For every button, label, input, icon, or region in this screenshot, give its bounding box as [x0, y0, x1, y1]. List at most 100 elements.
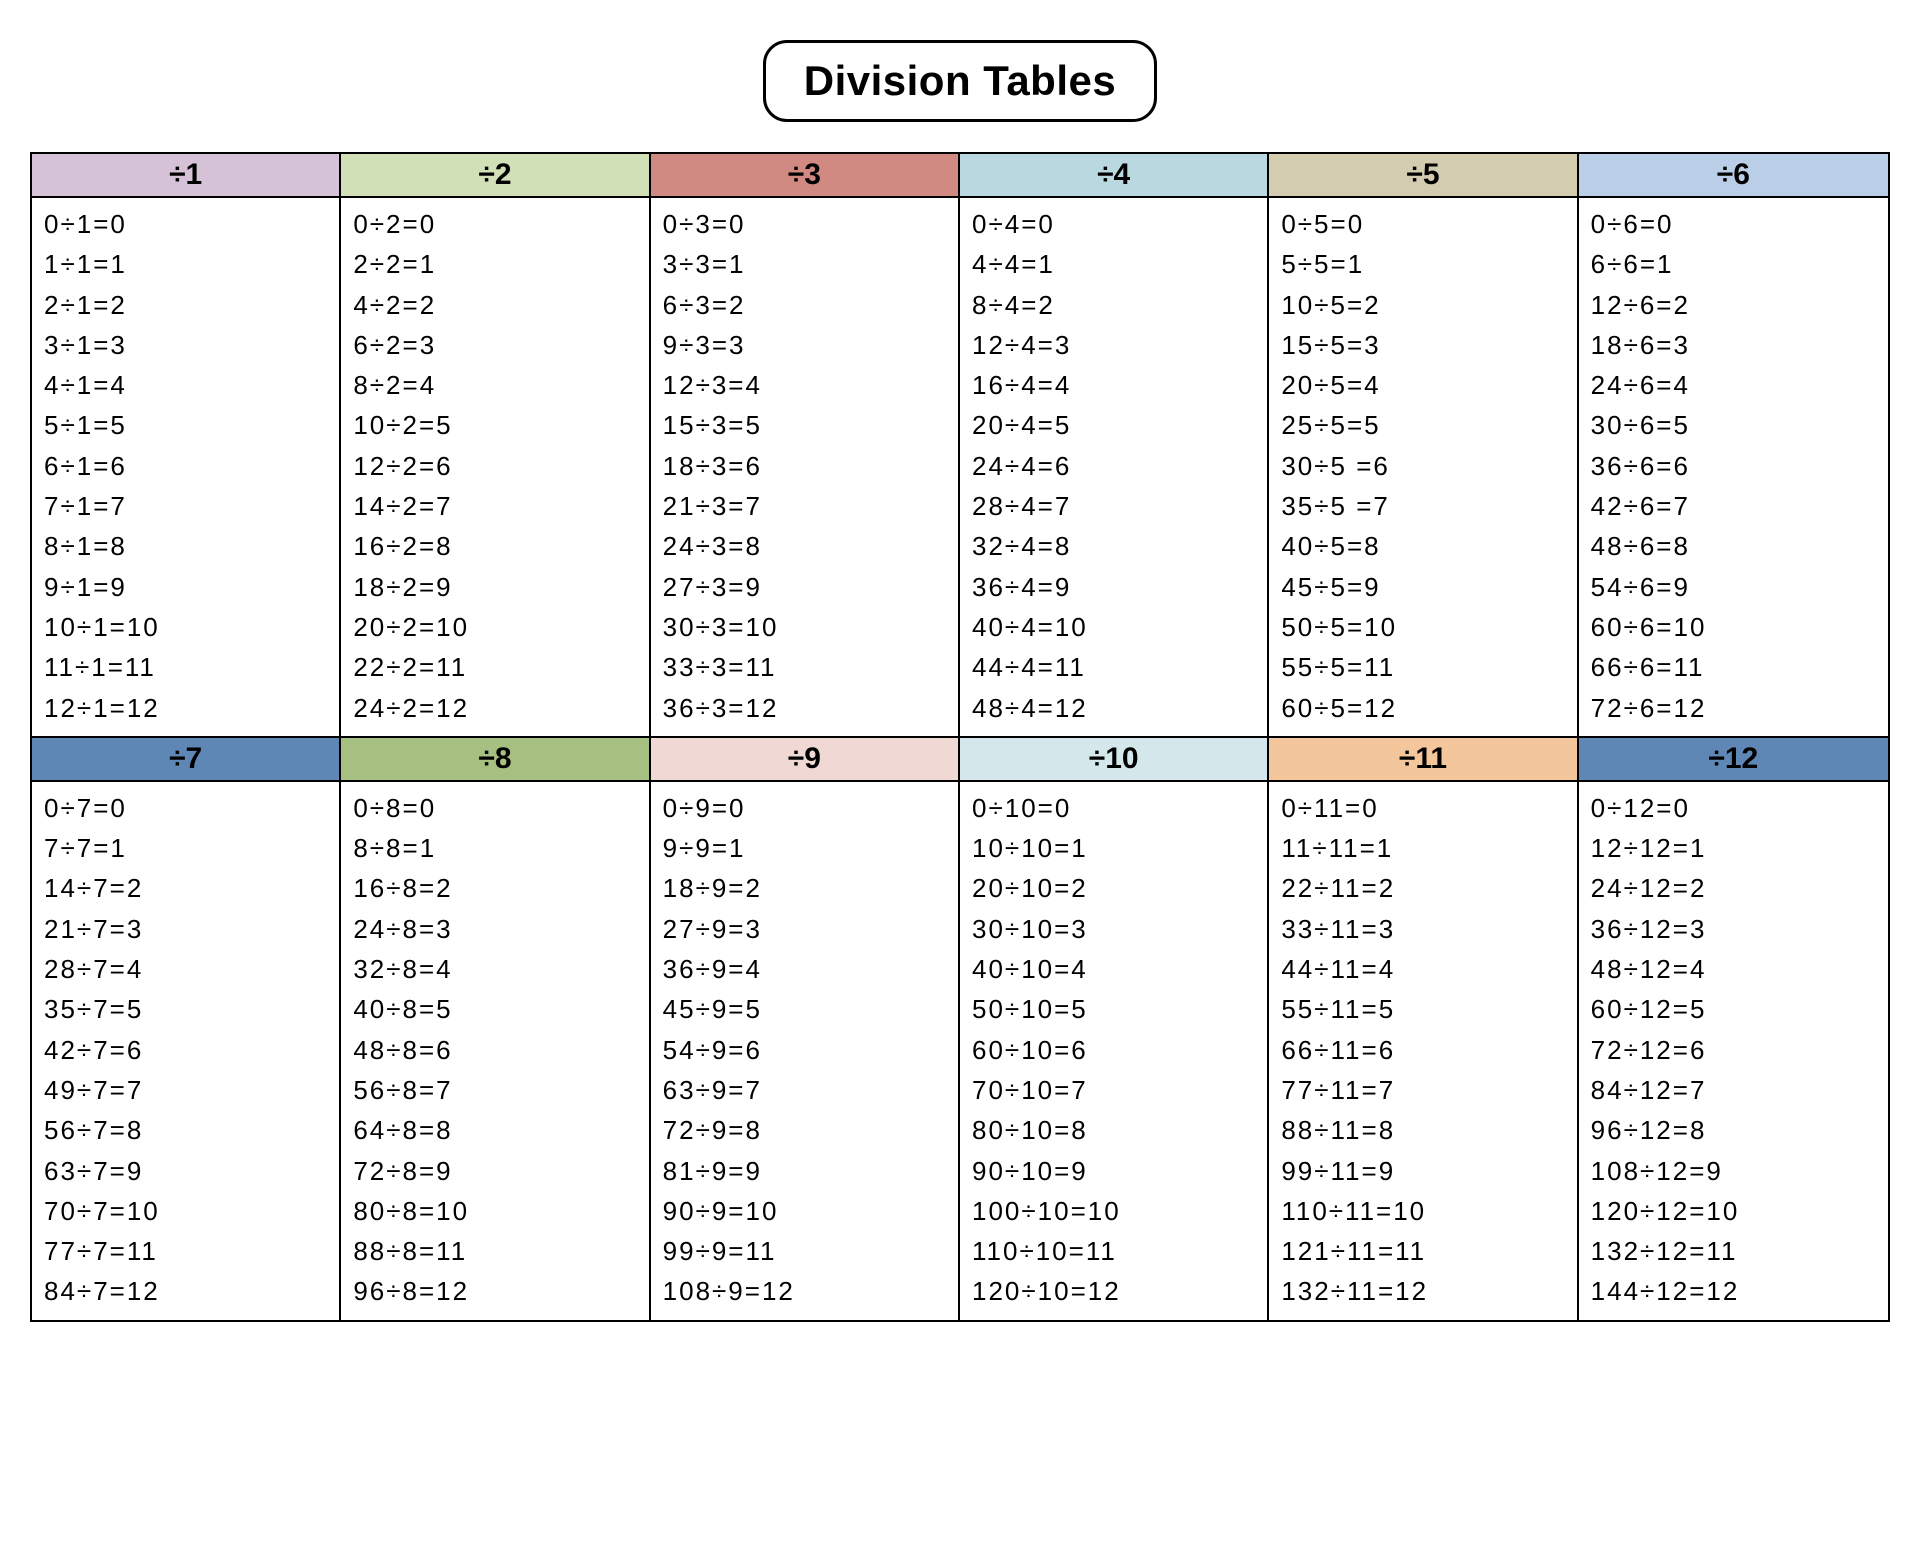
table-col-11: ÷11 0÷11=011÷11=122÷11=233÷11=344÷11=455…: [1269, 736, 1578, 1320]
equation-row: 30÷10=3: [972, 909, 1255, 949]
equation-row: 110÷11=10: [1281, 1191, 1564, 1231]
equation-row: 42÷7=6: [44, 1030, 327, 1070]
equation-row: 48÷8=6: [353, 1030, 636, 1070]
equation-row: 35÷7=5: [44, 989, 327, 1029]
equation-row: 12÷1=12: [44, 688, 327, 728]
equation-row: 45÷5=9: [1281, 567, 1564, 607]
equation-row: 36÷12=3: [1591, 909, 1876, 949]
equation-row: 20÷2=10: [353, 607, 636, 647]
equation-row: 8÷8=1: [353, 828, 636, 868]
equation-row: 50÷5=10: [1281, 607, 1564, 647]
equation-row: 0÷7=0: [44, 788, 327, 828]
equation-row: 30÷6=5: [1591, 405, 1876, 445]
equation-row: 40÷10=4: [972, 949, 1255, 989]
table-header: ÷9: [651, 736, 958, 782]
equation-row: 22÷2=11: [353, 647, 636, 687]
table-header: ÷1: [32, 154, 339, 198]
equation-row: 0÷2=0: [353, 204, 636, 244]
equation-row: 6÷6=1: [1591, 244, 1876, 284]
equation-row: 21÷7=3: [44, 909, 327, 949]
equation-row: 10÷1=10: [44, 607, 327, 647]
table-header: ÷2: [341, 154, 648, 198]
equation-row: 99÷9=11: [663, 1231, 946, 1271]
equation-row: 8÷2=4: [353, 365, 636, 405]
equation-row: 25÷5=5: [1281, 405, 1564, 445]
table-col-8: ÷8 0÷8=08÷8=116÷8=224÷8=332÷8=440÷8=548÷…: [341, 736, 650, 1320]
equation-row: 72÷9=8: [663, 1110, 946, 1150]
equation-row: 120÷12=10: [1591, 1191, 1876, 1231]
equation-row: 20÷5=4: [1281, 365, 1564, 405]
equation-row: 22÷11=2: [1281, 868, 1564, 908]
equation-row: 84÷12=7: [1591, 1070, 1876, 1110]
equation-row: 77÷7=11: [44, 1231, 327, 1271]
page-title: Division Tables: [763, 40, 1157, 122]
equation-row: 36÷3=12: [663, 688, 946, 728]
equation-row: 132÷11=12: [1281, 1271, 1564, 1311]
equation-row: 40÷8=5: [353, 989, 636, 1029]
table-rows: 0÷7=07÷7=114÷7=221÷7=328÷7=435÷7=542÷7=6…: [32, 782, 339, 1320]
equation-row: 12÷2=6: [353, 446, 636, 486]
table-rows: 0÷2=02÷2=14÷2=26÷2=38÷2=410÷2=512÷2=614÷…: [341, 198, 648, 736]
equation-row: 77÷11=7: [1281, 1070, 1564, 1110]
equation-row: 21÷3=7: [663, 486, 946, 526]
equation-row: 24÷6=4: [1591, 365, 1876, 405]
equation-row: 4÷2=2: [353, 285, 636, 325]
equation-row: 16÷2=8: [353, 526, 636, 566]
equation-row: 60÷5=12: [1281, 688, 1564, 728]
equation-row: 0÷12=0: [1591, 788, 1876, 828]
equation-row: 27÷9=3: [663, 909, 946, 949]
table-rows: 0÷5=05÷5=110÷5=215÷5=320÷5=425÷5=530÷5 =…: [1269, 198, 1576, 736]
equation-row: 88÷11=8: [1281, 1110, 1564, 1150]
equation-row: 56÷8=7: [353, 1070, 636, 1110]
equation-row: 72÷12=6: [1591, 1030, 1876, 1070]
equation-row: 30÷3=10: [663, 607, 946, 647]
equation-row: 81÷9=9: [663, 1151, 946, 1191]
equation-row: 54÷6=9: [1591, 567, 1876, 607]
equation-row: 9÷3=3: [663, 325, 946, 365]
equation-row: 9÷1=9: [44, 567, 327, 607]
equation-row: 14÷2=7: [353, 486, 636, 526]
equation-row: 72÷8=9: [353, 1151, 636, 1191]
equation-row: 24÷3=8: [663, 526, 946, 566]
table-col-1: ÷1 0÷1=01÷1=12÷1=23÷1=34÷1=45÷1=56÷1=67÷…: [32, 154, 341, 736]
table-header: ÷12: [1579, 736, 1888, 782]
equation-row: 0÷8=0: [353, 788, 636, 828]
table-col-6: ÷6 0÷6=06÷6=112÷6=218÷6=324÷6=430÷6=536÷…: [1579, 154, 1888, 736]
equation-row: 30÷5 =6: [1281, 446, 1564, 486]
equation-row: 3÷1=3: [44, 325, 327, 365]
equation-row: 33÷3=11: [663, 647, 946, 687]
table-col-10: ÷10 0÷10=010÷10=120÷10=230÷10=340÷10=450…: [960, 736, 1269, 1320]
table-header: ÷4: [960, 154, 1267, 198]
table-rows: 0÷3=03÷3=16÷3=29÷3=312÷3=415÷3=518÷3=621…: [651, 198, 958, 736]
equation-row: 50÷10=5: [972, 989, 1255, 1029]
equation-row: 54÷9=6: [663, 1030, 946, 1070]
equation-row: 70÷7=10: [44, 1191, 327, 1231]
equation-row: 18÷2=9: [353, 567, 636, 607]
equation-row: 24÷12=2: [1591, 868, 1876, 908]
equation-row: 48÷4=12: [972, 688, 1255, 728]
equation-row: 24÷8=3: [353, 909, 636, 949]
equation-row: 4÷1=4: [44, 365, 327, 405]
equation-row: 12÷6=2: [1591, 285, 1876, 325]
equation-row: 66÷11=6: [1281, 1030, 1564, 1070]
equation-row: 48÷6=8: [1591, 526, 1876, 566]
table-header: ÷10: [960, 736, 1267, 782]
equation-row: 99÷11=9: [1281, 1151, 1564, 1191]
equation-row: 0÷3=0: [663, 204, 946, 244]
equation-row: 10÷5=2: [1281, 285, 1564, 325]
equation-row: 8÷1=8: [44, 526, 327, 566]
equation-row: 90÷10=9: [972, 1151, 1255, 1191]
equation-row: 7÷7=1: [44, 828, 327, 868]
equation-row: 80÷8=10: [353, 1191, 636, 1231]
equation-row: 64÷8=8: [353, 1110, 636, 1150]
equation-row: 18÷6=3: [1591, 325, 1876, 365]
table-header: ÷7: [32, 736, 339, 782]
equation-row: 16÷4=4: [972, 365, 1255, 405]
equation-row: 24÷2=12: [353, 688, 636, 728]
equation-row: 15÷5=3: [1281, 325, 1564, 365]
equation-row: 9÷9=1: [663, 828, 946, 868]
table-col-5: ÷5 0÷5=05÷5=110÷5=215÷5=320÷5=425÷5=530÷…: [1269, 154, 1578, 736]
table-col-12: ÷12 0÷12=012÷12=124÷12=236÷12=348÷12=460…: [1579, 736, 1888, 1320]
equation-row: 15÷3=5: [663, 405, 946, 445]
table-header: ÷3: [651, 154, 958, 198]
